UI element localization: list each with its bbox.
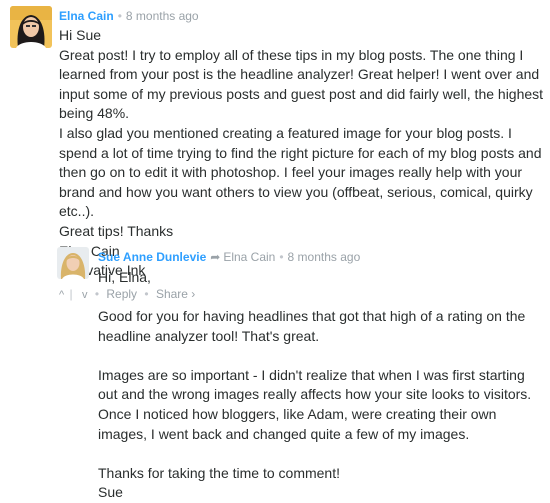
avatar[interactable] xyxy=(10,6,52,48)
message-line: I also glad you mentioned creating a fea… xyxy=(59,124,542,220)
timestamp[interactable]: 8 months ago xyxy=(126,9,199,23)
message-paragraph: Images are so important - I didn't reali… xyxy=(98,366,532,442)
comment-message: Hi Sue Great post! I try to employ all o… xyxy=(59,26,545,281)
signoff-line: Sue xyxy=(98,484,123,501)
reply-arrow-icon: ➦ xyxy=(210,250,221,264)
message-line: Great tips! Thanks xyxy=(59,222,174,239)
comment-header: Sue Anne Dunlevie ➦ Elna Cain • 8 months ago xyxy=(98,247,545,267)
avatar[interactable] xyxy=(57,247,89,279)
message-line: Hi Sue xyxy=(59,27,102,43)
separator-dot: • xyxy=(279,250,284,264)
author-name[interactable]: Sue Anne Dunlevie xyxy=(98,250,206,264)
upvote-icon[interactable]: ^ xyxy=(59,286,64,304)
comment-message: Hi, Elna, Good for you for having headli… xyxy=(98,268,545,503)
message-line: Great post! I try to employ all of these… xyxy=(59,46,544,122)
comment-thread: Elna Cain • 8 months ago Hi Sue Great post… xyxy=(0,0,550,500)
signoff: Thanks for taking the time to comment! S… xyxy=(98,464,545,503)
author-name[interactable]: Elna Cain xyxy=(59,9,114,23)
downvote-icon[interactable]: v xyxy=(82,286,88,304)
message-paragraph: Hi, Elna, xyxy=(98,269,151,285)
timestamp[interactable]: 8 months ago xyxy=(288,250,361,264)
signoff-line: Thanks for taking the time to comment! xyxy=(98,464,340,481)
parent-author-link[interactable]: Elna Cain xyxy=(223,250,275,264)
message-paragraph: Good for you for having headlines that g… xyxy=(98,308,526,344)
separator-dot: • xyxy=(117,9,122,23)
vote-separator: | xyxy=(69,286,73,301)
comment-header: Elna Cain • 8 months ago xyxy=(59,6,545,26)
